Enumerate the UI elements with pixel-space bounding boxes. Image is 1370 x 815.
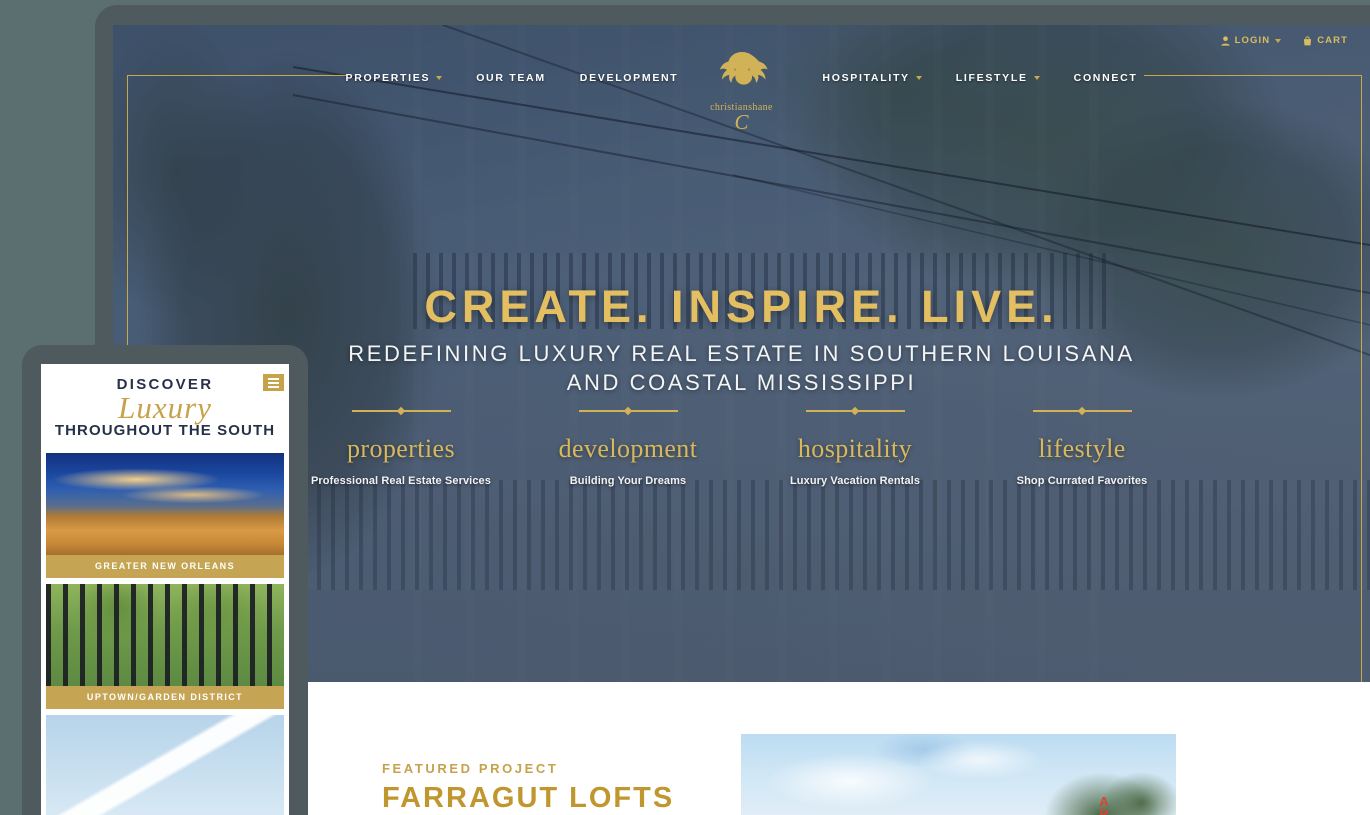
utility-bar: LOGIN CART (1220, 35, 1348, 46)
category-divider-rule (1032, 410, 1132, 412)
category-development[interactable]: development Building Your Dreams (515, 410, 742, 487)
featured-project-photo[interactable]: A R (741, 734, 1176, 815)
nav-item-lifestyle[interactable]: LIFESTYLE (956, 72, 1040, 84)
nav-label: HOSPITALITY (822, 72, 910, 84)
nav-label: OUR TEAM (476, 72, 546, 84)
featured-project-text: FEATURED PROJECT FARRAGUT LOFTS (382, 761, 674, 815)
nav-group-right: HOSPITALITY LIFESTYLE CONNECT (805, 72, 1154, 84)
cart-link[interactable]: CART (1303, 35, 1348, 46)
mobile-region-card-third[interactable] (46, 715, 284, 815)
chevron-down-icon (915, 76, 922, 80)
mobile-heading-script: Luxury (118, 390, 212, 425)
category-name: hospitality (797, 434, 913, 463)
chevron-down-icon (436, 76, 443, 80)
sign-letter-r: R (1099, 806, 1109, 815)
nav-label: DEVELOPMENT (579, 72, 679, 84)
mobile-region-label: GREATER NEW ORLEANS (46, 555, 284, 578)
category-lifestyle[interactable]: lifestyle Shop Currated Favorites (969, 410, 1196, 487)
nav-item-connect[interactable]: CONNECT (1074, 72, 1138, 84)
category-divider-rule (805, 410, 905, 412)
mobile-discover-heading: DISCOVER Luxury THROUGHOUT THE SOUTH (41, 364, 289, 447)
chevron-down-icon (1033, 76, 1040, 80)
cart-label: CART (1317, 35, 1348, 46)
nav-label: LIFESTYLE (955, 72, 1028, 84)
category-properties[interactable]: properties Professional Real Estate Serv… (288, 410, 515, 487)
mobile-region-label: UPTOWN/GARDEN DISTRICT (46, 686, 284, 709)
nav-item-hospitality[interactable]: HOSPITALITY (822, 72, 922, 84)
nav-label: CONNECT (1073, 72, 1138, 84)
category-name: properties (347, 434, 455, 463)
hero-title: CREATE. INSPIRE. LIVE. (424, 281, 1059, 332)
chevron-down-icon (1275, 38, 1282, 43)
user-icon (1220, 35, 1230, 46)
featured-photo-sign: A R (1094, 795, 1114, 815)
mobile-region-card-new-orleans[interactable]: GREATER NEW ORLEANS (46, 453, 284, 578)
shopping-bag-icon (1304, 35, 1312, 45)
page-root: LOGIN CART PROPERTIES OUR TEAM DEVELOPME… (0, 0, 1370, 815)
category-description: Professional Real Estate Services (310, 475, 491, 487)
category-description: Shop Currated Favorites (1016, 475, 1148, 487)
nav-group-left: PROPERTIES OUR TEAM DEVELOPMENT (329, 72, 696, 84)
burger-bar (268, 385, 279, 388)
login-label: LOGIN (1234, 35, 1271, 46)
category-divider-rule (351, 410, 451, 412)
lion-head-logo-icon (719, 52, 767, 85)
featured-project-title: FARRAGUT LOFTS (382, 782, 675, 814)
mobile-screen: DISCOVER Luxury THROUGHOUT THE SOUTH GRE… (41, 364, 289, 815)
featured-project-kicker: FEATURED PROJECT (382, 761, 559, 776)
nav-item-properties[interactable]: PROPERTIES (346, 72, 443, 84)
iron-fence-garden-photo (46, 584, 284, 686)
hamburger-menu-icon[interactable] (263, 374, 284, 391)
burger-bar (268, 377, 279, 380)
category-name: development (558, 434, 698, 463)
login-link[interactable]: LOGIN (1220, 35, 1282, 46)
category-name: lifestyle (1038, 434, 1126, 463)
burger-bar (268, 381, 279, 384)
mobile-heading-bottom: THROUGHOUT THE SOUTH (54, 422, 276, 439)
category-hospitality[interactable]: hospitality Luxury Vacation Rentals (742, 410, 969, 487)
nav-item-development[interactable]: DEVELOPMENT (580, 72, 679, 84)
mobile-device-bezel: DISCOVER Luxury THROUGHOUT THE SOUTH GRE… (22, 345, 308, 815)
site-logo[interactable]: christianshane C (688, 49, 796, 134)
mobile-region-card-uptown-garden[interactable]: UPTOWN/GARDEN DISTRICT (46, 584, 284, 709)
nav-label: PROPERTIES (345, 72, 431, 84)
category-description: Building Your Dreams (569, 475, 687, 487)
new-orleans-bridge-skyline-photo (46, 453, 284, 555)
category-description: Luxury Vacation Rentals (789, 475, 921, 487)
category-divider-rule (578, 410, 678, 412)
sailboat-sky-photo (46, 715, 284, 815)
logo-monogram: C (734, 110, 749, 134)
nav-item-our-team[interactable]: OUR TEAM (476, 72, 546, 84)
